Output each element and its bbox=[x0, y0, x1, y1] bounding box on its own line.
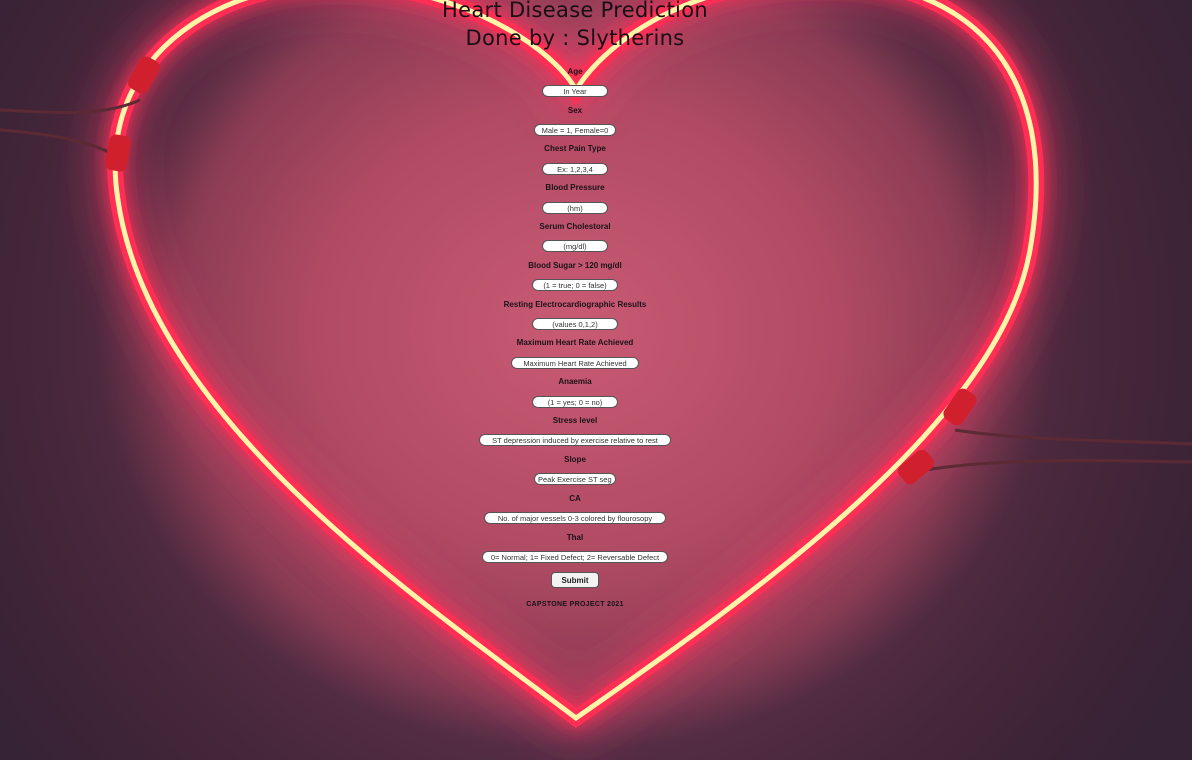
thal-label: Thal bbox=[566, 533, 584, 542]
resting-ecg-label: Resting Electrocardiographic Results bbox=[503, 300, 647, 309]
ca-label: CA bbox=[569, 494, 581, 503]
anaemia-label: Anaemia bbox=[558, 377, 592, 386]
submit-button[interactable]: Submit bbox=[551, 572, 599, 588]
page-subtitle: Done by : Slytherins bbox=[465, 26, 685, 50]
sex-label: Sex bbox=[567, 106, 583, 115]
serum-cholestoral-label: Serum Cholestoral bbox=[539, 222, 611, 231]
resting-ecg-input[interactable] bbox=[532, 318, 618, 330]
slope-label: Slope bbox=[564, 455, 586, 464]
stress-level-label: Stress level bbox=[552, 416, 598, 425]
age-input[interactable] bbox=[542, 85, 608, 97]
thal-input[interactable] bbox=[482, 551, 668, 563]
serum-cholestoral-input[interactable] bbox=[542, 240, 608, 252]
footer-text: CAPSTONE PROJECT 2021 bbox=[526, 601, 624, 608]
blood-sugar-label: Blood Sugar > 120 mg/dl bbox=[528, 261, 622, 270]
page-title: Heart Disease Prediction bbox=[442, 0, 708, 22]
max-heart-rate-input[interactable] bbox=[511, 357, 639, 369]
sex-input[interactable] bbox=[534, 124, 616, 136]
blood-pressure-input[interactable] bbox=[542, 202, 608, 214]
max-heart-rate-label: Maximum Heart Rate Achieved bbox=[516, 338, 634, 347]
age-label: Age bbox=[567, 67, 583, 76]
slope-input[interactable] bbox=[534, 473, 616, 485]
stress-level-input[interactable] bbox=[479, 434, 671, 446]
blood-sugar-input[interactable] bbox=[532, 279, 618, 291]
ca-input[interactable] bbox=[484, 512, 666, 524]
chest-pain-type-input[interactable] bbox=[542, 163, 608, 175]
anaemia-input[interactable] bbox=[532, 396, 618, 408]
blood-pressure-label: Blood Pressure bbox=[545, 183, 605, 192]
chest-pain-type-label: Chest Pain Type bbox=[544, 144, 606, 153]
